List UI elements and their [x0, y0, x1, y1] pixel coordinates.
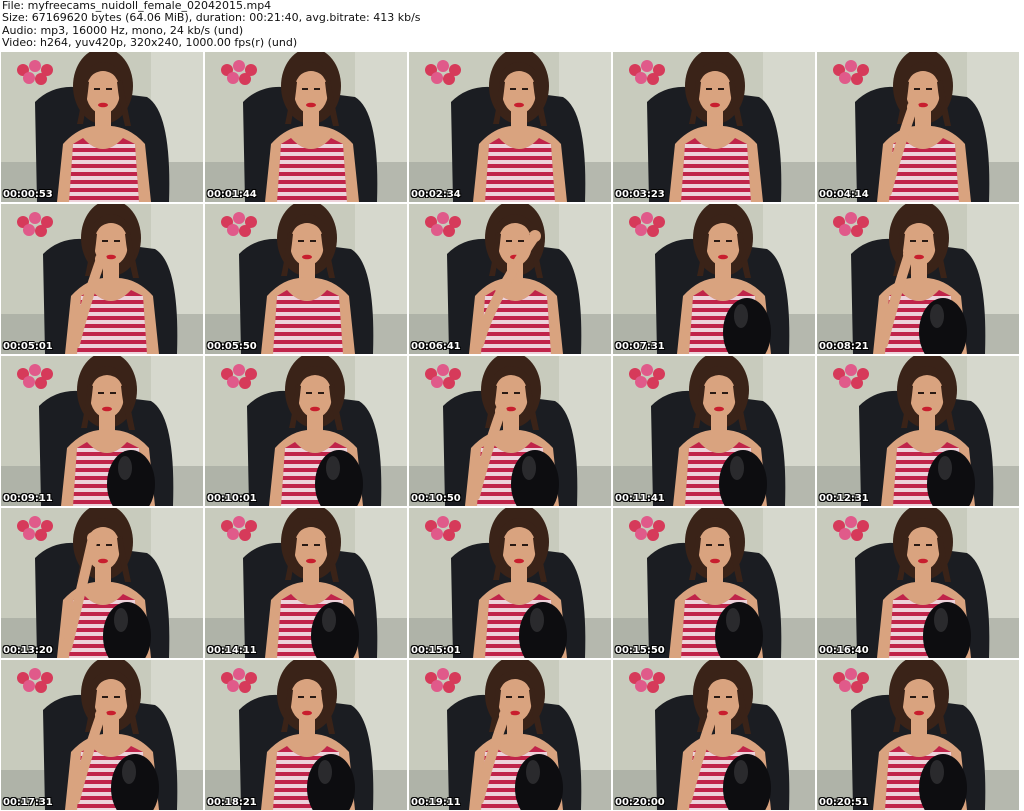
video-thumbnail: 00:16:40 — [817, 508, 1019, 658]
video-thumbnail: 00:19:11 — [409, 660, 611, 810]
thumbnail-timestamp: 00:00:53 — [3, 189, 53, 200]
video-thumbnail: 00:00:53 — [1, 52, 203, 202]
thumbnail-timestamp: 00:20:00 — [615, 797, 665, 808]
video-thumbnail: 00:07:31 — [613, 204, 815, 354]
video-thumbnail: 00:10:01 — [205, 356, 407, 506]
thumbnail-timestamp: 00:05:01 — [3, 341, 53, 352]
thumbnail-frame-image — [1, 204, 203, 354]
thumbnail-timestamp: 00:03:23 — [615, 189, 665, 200]
thumbnail-frame-image — [613, 204, 815, 354]
thumbnail-timestamp: 00:14:11 — [207, 645, 257, 656]
thumbnail-frame-image — [1, 660, 203, 810]
thumbnail-frame-image — [205, 204, 407, 354]
thumbnail-frame-image — [205, 660, 407, 810]
thumbnail-timestamp: 00:09:11 — [3, 493, 53, 504]
video-thumbnail: 00:17:31 — [1, 660, 203, 810]
thumbnail-timestamp: 00:12:31 — [819, 493, 869, 504]
video-thumbnail: 00:01:44 — [205, 52, 407, 202]
thumbnail-frame-image — [817, 356, 1019, 506]
thumbnail-timestamp: 00:08:21 — [819, 341, 869, 352]
thumbnail-timestamp: 00:20:51 — [819, 797, 869, 808]
thumbnail-timestamp: 00:04:14 — [819, 189, 869, 200]
thumbnail-frame-image — [409, 356, 611, 506]
video-thumbnail: 00:15:50 — [613, 508, 815, 658]
video-thumbnail: 00:05:50 — [205, 204, 407, 354]
video-thumbnail: 00:20:00 — [613, 660, 815, 810]
video-thumbnail: 00:12:31 — [817, 356, 1019, 506]
video-thumbnail: 00:08:21 — [817, 204, 1019, 354]
thumbnail-frame-image — [1, 356, 203, 506]
video-thumbnail: 00:09:11 — [1, 356, 203, 506]
video-thumbnail: 00:11:41 — [613, 356, 815, 506]
thumbnail-frame-image — [613, 52, 815, 202]
thumbnail-timestamp: 00:05:50 — [207, 341, 257, 352]
thumbnail-timestamp: 00:01:44 — [207, 189, 257, 200]
thumbnail-frame-image — [409, 204, 611, 354]
thumbnail-timestamp: 00:19:11 — [411, 797, 461, 808]
file-info-header: File: myfreecams_nuidoll_female_02042015… — [2, 0, 421, 49]
thumbnail-timestamp: 00:15:50 — [615, 645, 665, 656]
thumbnail-timestamp: 00:18:21 — [207, 797, 257, 808]
video-thumbnail: 00:10:50 — [409, 356, 611, 506]
thumbnail-frame-image — [817, 508, 1019, 658]
thumbnail-timestamp: 00:16:40 — [819, 645, 869, 656]
thumbnail-timestamp: 00:02:34 — [411, 189, 461, 200]
thumbnail-frame-image — [817, 52, 1019, 202]
thumbnail-frame-image — [817, 660, 1019, 810]
video-thumbnail: 00:04:14 — [817, 52, 1019, 202]
video-thumbnail: 00:06:41 — [409, 204, 611, 354]
video-thumbnail: 00:03:23 — [613, 52, 815, 202]
file-size-line: Size: 67169620 bytes (64.06 MiB), durati… — [2, 11, 421, 25]
thumbnail-frame-image — [409, 52, 611, 202]
video-thumbnail: 00:05:01 — [1, 204, 203, 354]
thumbnail-frame-image — [1, 52, 203, 202]
thumbnail-timestamp: 00:07:31 — [615, 341, 665, 352]
video-info-line: Video: h264, yuv420p, 320x240, 1000.00 f… — [2, 35, 298, 49]
thumbnail-frame-image — [409, 660, 611, 810]
thumbnail-timestamp: 00:13:20 — [3, 645, 53, 656]
thumbnail-timestamp: 00:15:01 — [411, 645, 461, 656]
thumbnail-timestamp: 00:10:50 — [411, 493, 461, 504]
thumbnail-frame-image — [205, 52, 407, 202]
thumbnail-timestamp: 00:10:01 — [207, 493, 257, 504]
thumbnail-timestamp: 00:11:41 — [615, 493, 665, 504]
thumbnail-timestamp: 00:06:41 — [411, 341, 461, 352]
video-thumbnail: 00:20:51 — [817, 660, 1019, 810]
thumbnail-timestamp: 00:17:31 — [3, 797, 53, 808]
thumbnail-frame-image — [205, 508, 407, 658]
thumbnail-frame-image — [205, 356, 407, 506]
thumbnail-frame-image — [613, 660, 815, 810]
thumbnail-frame-image — [817, 204, 1019, 354]
thumbnail-frame-image — [613, 508, 815, 658]
video-thumbnail: 00:18:21 — [205, 660, 407, 810]
video-thumbnail: 00:13:20 — [1, 508, 203, 658]
thumbnail-frame-image — [409, 508, 611, 658]
thumbnail-frame-image — [613, 356, 815, 506]
thumbnail-frame-image — [1, 508, 203, 658]
video-thumbnail: 00:15:01 — [409, 508, 611, 658]
video-thumbnail: 00:02:34 — [409, 52, 611, 202]
video-thumbnail: 00:14:11 — [205, 508, 407, 658]
thumbnail-grid: 00:00:53 00:01:44 00:02:34 00:03:23 00:04:14… — [1, 52, 1019, 810]
